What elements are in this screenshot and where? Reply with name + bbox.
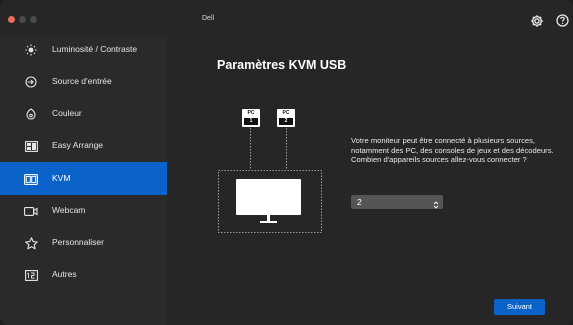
sidebar-item-others[interactable]: Autres	[0, 259, 167, 291]
pc-2-icon: PC 2	[277, 109, 295, 127]
sidebar-item-personalize[interactable]: Personnaliser	[0, 227, 167, 259]
sidebar-item-label: KVM	[52, 173, 71, 183]
gear-icon[interactable]	[530, 14, 544, 28]
help-icon[interactable]	[556, 14, 569, 27]
sidebar-item-label: Luminosité / Contraste	[52, 44, 138, 54]
brightness-icon	[24, 43, 38, 57]
app-title: Dell	[202, 15, 215, 22]
sidebar-item-kvm[interactable]: KVM	[0, 162, 167, 195]
sidebar-item-label: Webcam	[52, 205, 86, 215]
webcam-icon	[24, 204, 38, 218]
sidebar: Luminosité / Contraste Source d'entrée C…	[0, 36, 167, 325]
minimize-window-button[interactable]	[19, 16, 26, 23]
others-icon	[24, 268, 38, 282]
input-source-icon	[24, 75, 38, 89]
sidebar-item-label: Easy Arrange	[52, 140, 104, 150]
sidebar-item-color[interactable]: Couleur	[0, 98, 167, 130]
sidebar-item-label: Personnaliser	[52, 237, 104, 247]
kvm-description: Votre moniteur peut être connecté à plus…	[351, 136, 554, 165]
title-bar: Dell	[0, 0, 573, 38]
app-window: Dell Luminosité / Contraste Source d'ent…	[0, 0, 573, 325]
star-icon	[24, 236, 38, 250]
zoom-window-button[interactable]	[30, 16, 37, 23]
sidebar-item-webcam[interactable]: Webcam	[0, 195, 167, 227]
sidebar-item-label: Source d'entrée	[52, 76, 112, 86]
kvm-icon	[24, 172, 38, 186]
sidebar-item-input-source[interactable]: Source d'entrée	[0, 66, 167, 98]
color-icon	[24, 107, 38, 121]
main-panel: Paramètres KVM USB PC 1 PC 2 Votre monit…	[167, 36, 573, 325]
source-count-select[interactable]: 2	[351, 195, 443, 209]
pc-1-icon: PC 1	[242, 109, 260, 127]
sidebar-item-label: Couleur	[52, 108, 82, 118]
sidebar-item-brightness-contrast[interactable]: Luminosité / Contraste	[0, 34, 167, 66]
monitor-icon	[236, 179, 301, 225]
easy-arrange-icon	[24, 139, 38, 153]
select-value: 2	[357, 197, 362, 207]
next-button[interactable]: Suivant	[494, 299, 545, 315]
chevron-up-down-icon	[433, 197, 439, 209]
sidebar-item-easy-arrange[interactable]: Easy Arrange	[0, 130, 167, 162]
close-window-button[interactable]	[8, 16, 15, 23]
sidebar-item-label: Autres	[52, 269, 77, 279]
